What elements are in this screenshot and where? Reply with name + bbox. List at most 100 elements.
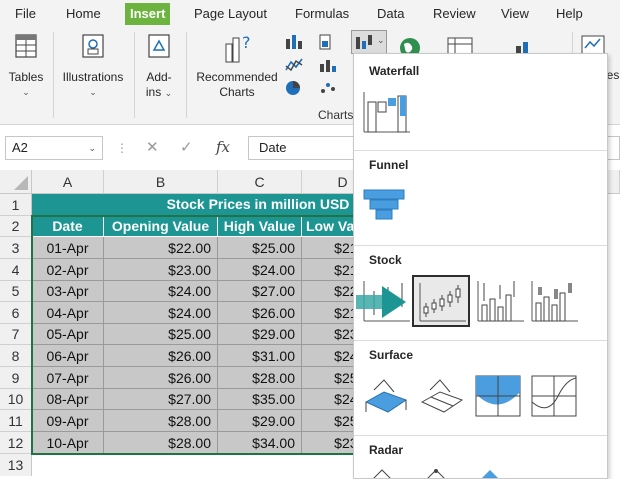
statistic-chart-icon[interactable] [318, 56, 340, 74]
svg-text:?: ? [242, 33, 251, 52]
opening-value-cell[interactable]: $25.00 [104, 324, 218, 345]
row-header[interactable]: 8 [0, 345, 32, 367]
chevron-down-icon: ⌄ [22, 87, 30, 97]
row-header[interactable]: 11 [0, 410, 32, 432]
date-cell[interactable]: 05-Apr [32, 324, 104, 345]
row-header[interactable]: 3 [0, 237, 32, 259]
date-cell[interactable]: 02-Apr [32, 259, 104, 281]
ribbon-separator [186, 32, 187, 118]
date-cell[interactable]: 01-Apr [32, 237, 104, 259]
addins-button[interactable]: Add- ins ⌄ [138, 32, 180, 101]
wireframe-surface-icon [420, 379, 464, 413]
opening-value-cell[interactable]: $22.00 [104, 237, 218, 259]
high-value-cell[interactable]: $29.00 [218, 324, 302, 345]
hierarchy-chart-icon[interactable] [318, 33, 340, 51]
select-all-corner[interactable] [0, 170, 32, 194]
contour-chart-icon [475, 375, 521, 417]
tab-formulas[interactable]: Formulas [295, 0, 349, 28]
cancel-icon[interactable]: ✕ [146, 138, 159, 156]
tab-review[interactable]: Review [433, 0, 476, 28]
3d-surface-option[interactable] [360, 372, 414, 420]
name-box[interactable]: A2 ⌄ [5, 136, 103, 160]
opening-value-cell[interactable]: $24.00 [104, 302, 218, 324]
tab-home[interactable]: Home [66, 0, 101, 28]
opening-value-cell[interactable]: $26.00 [104, 345, 218, 367]
stock-chart-dropdown-button[interactable]: ⌄ [351, 30, 387, 54]
header-cell-date[interactable]: Date [32, 216, 104, 237]
illustrations-button[interactable]: Illustrations ⌄ [58, 32, 128, 100]
tab-view[interactable]: View [501, 0, 529, 28]
row-header[interactable]: 2 [0, 216, 32, 237]
opening-value-cell[interactable]: $26.00 [104, 367, 218, 389]
open-high-low-close-option[interactable] [412, 275, 470, 327]
row-header[interactable]: 9 [0, 367, 32, 389]
select-all-triangle-icon [14, 176, 28, 190]
formula-buttons: ✕ ✓ fx [128, 136, 240, 160]
addins-label-1: Add- [146, 70, 172, 84]
row-header[interactable]: 12 [0, 432, 32, 454]
high-value-cell[interactable]: $26.00 [218, 302, 302, 324]
column-header-a[interactable]: A [32, 170, 104, 194]
column-chart-icon[interactable] [284, 33, 306, 51]
volume-open-high-low-close-option[interactable] [528, 277, 582, 325]
recommended-charts-button[interactable]: ? Recommended Charts [192, 32, 282, 100]
row-header[interactable]: 5 [0, 281, 32, 302]
ribbon-separator [134, 32, 135, 118]
high-value-cell[interactable]: $31.00 [218, 345, 302, 367]
line-chart-icon[interactable] [284, 56, 306, 74]
column-header-b[interactable]: B [104, 170, 218, 194]
contour-option[interactable] [472, 372, 526, 420]
enter-icon[interactable]: ✓ [180, 138, 193, 156]
date-cell[interactable]: 09-Apr [32, 410, 104, 432]
opening-value-cell[interactable]: $28.00 [104, 432, 218, 454]
high-value-cell[interactable]: $35.00 [218, 389, 302, 410]
row-header[interactable]: 1 [0, 194, 32, 216]
tab-help[interactable]: Help [556, 0, 583, 28]
opening-value-cell[interactable]: $28.00 [104, 410, 218, 432]
date-cell[interactable]: 06-Apr [32, 345, 104, 367]
funnel-chart-option[interactable] [360, 182, 414, 230]
addins-label-2-text: ins [145, 85, 162, 99]
wireframe-contour-option[interactable] [528, 372, 582, 420]
row-header[interactable]: 7 [0, 324, 32, 345]
tab-data[interactable]: Data [377, 0, 404, 28]
radar-chart-options-icon[interactable] [364, 466, 604, 479]
chart-type-dropdown: Waterfall Funnel Stock Surface Radar [353, 53, 608, 479]
tab-file[interactable]: File [15, 0, 36, 28]
date-cell[interactable]: 10-Apr [32, 432, 104, 454]
scatter-chart-icon[interactable] [318, 79, 340, 97]
column-header-c[interactable]: C [218, 170, 302, 194]
wireframe-3d-surface-option[interactable] [416, 372, 470, 420]
date-cell[interactable]: 03-Apr [32, 281, 104, 302]
header-cell-high[interactable]: High Value [218, 216, 302, 237]
tables-button[interactable]: Tables ⌄ [6, 32, 46, 100]
date-cell[interactable]: 08-Apr [32, 389, 104, 410]
opening-value-cell[interactable]: $23.00 [104, 259, 218, 281]
section-divider [354, 435, 607, 436]
section-title-radar: Radar [369, 443, 404, 457]
opening-value-cell[interactable]: $24.00 [104, 281, 218, 302]
opening-value-cell[interactable]: $27.00 [104, 389, 218, 410]
chevron-down-icon: ⌄ [89, 87, 97, 97]
high-value-cell[interactable]: $28.00 [218, 367, 302, 389]
row-header[interactable]: 10 [0, 389, 32, 410]
row-header[interactable]: 4 [0, 259, 32, 281]
sheet-title[interactable]: Stock Prices in million USD [32, 194, 384, 216]
waterfall-chart-option[interactable] [360, 88, 414, 136]
high-value-cell[interactable]: $34.00 [218, 432, 302, 454]
high-value-cell[interactable]: $29.00 [218, 410, 302, 432]
fx-icon[interactable]: fx [216, 138, 230, 156]
date-cell[interactable]: 07-Apr [32, 367, 104, 389]
tab-page-layout[interactable]: Page Layout [194, 0, 267, 28]
header-cell-opening[interactable]: Opening Value [104, 216, 218, 237]
high-value-cell[interactable]: $27.00 [218, 281, 302, 302]
row-header[interactable]: 13 [0, 454, 32, 476]
pie-chart-icon[interactable] [284, 79, 306, 97]
volume-high-low-close-option[interactable] [474, 277, 528, 325]
high-value-cell[interactable]: $24.00 [218, 259, 302, 281]
recommended-charts-label-1: Recommended [196, 70, 278, 84]
date-cell[interactable]: 04-Apr [32, 302, 104, 324]
high-value-cell[interactable]: $25.00 [218, 237, 302, 259]
tab-insert[interactable]: Insert [125, 3, 171, 25]
row-header[interactable]: 6 [0, 302, 32, 324]
